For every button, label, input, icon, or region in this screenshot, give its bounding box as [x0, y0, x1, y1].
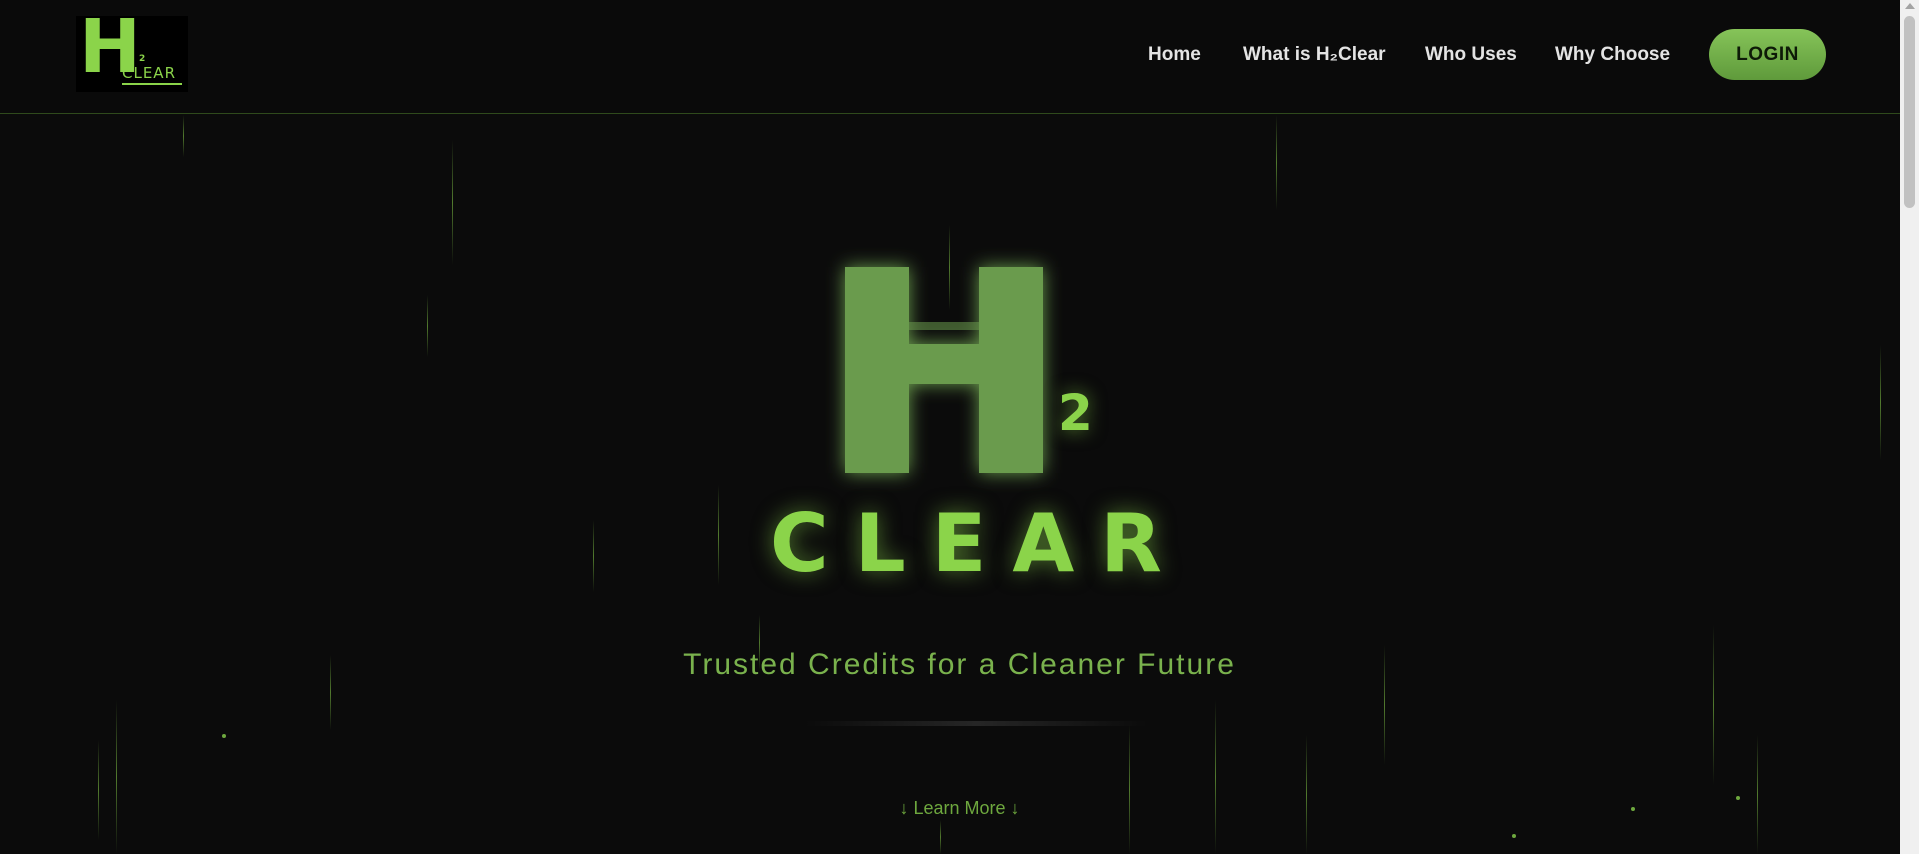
hero-wordmark: CLEAR — [770, 497, 1188, 590]
scroll-up-arrow-icon[interactable] — [1905, 3, 1915, 9]
login-button[interactable]: LOGIN — [1709, 29, 1826, 80]
hero-tagline: Trusted Credits for a Cleaner Future — [683, 648, 1236, 681]
scrollbar-thumb[interactable] — [1904, 16, 1915, 208]
brand-logo[interactable]: H 2 CLEAR — [76, 16, 188, 92]
page-scrollbar[interactable] — [1900, 0, 1919, 854]
hero-h-mark — [838, 262, 1048, 474]
logo-underline — [122, 83, 182, 85]
page: H 2 CLEAR Home What is H₂Clear Who Uses … — [0, 0, 1900, 854]
logo-subscript: 2 — [139, 54, 146, 64]
nav-who-uses[interactable]: Who Uses — [1425, 44, 1517, 66]
nav-home[interactable]: Home — [1148, 44, 1201, 66]
logo-word: CLEAR — [122, 64, 176, 82]
learn-more-link[interactable]: ↓ Learn More ↓ — [0, 798, 1900, 819]
nav-what-is[interactable]: What is H₂Clear — [1243, 44, 1386, 66]
hero-h-glyph — [845, 267, 1043, 473]
hero-subscript: 2 — [1058, 384, 1093, 442]
hero-divider — [805, 721, 1147, 726]
site-header: H 2 CLEAR Home What is H₂Clear Who Uses … — [0, 0, 1900, 114]
nav-why-choose[interactable]: Why Choose — [1555, 44, 1670, 66]
